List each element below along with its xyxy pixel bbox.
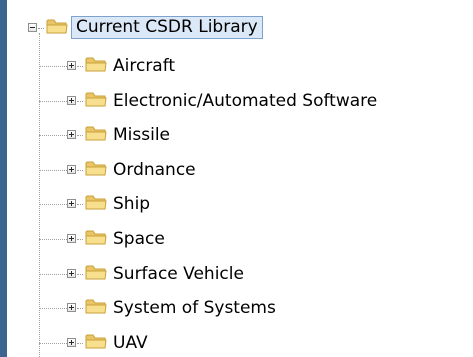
tree-view[interactable]: Current CSDR Library Aircraft Electronic/… <box>7 0 473 357</box>
tree-node-child[interactable]: Ship <box>7 188 473 220</box>
tree-branch-line <box>38 28 44 29</box>
tree-branch-line <box>39 204 67 205</box>
expand-plus-icon[interactable] <box>67 269 76 278</box>
folder-icon <box>85 91 107 107</box>
tree-node-child[interactable]: Aircraft <box>7 50 473 82</box>
tree-node-child[interactable]: Ordnance <box>7 154 473 186</box>
tree-branch-line <box>39 101 67 102</box>
expand-plus-icon[interactable] <box>67 303 76 312</box>
tree-node-label[interactable]: Ship <box>110 193 153 215</box>
expand-plus-icon[interactable] <box>67 199 76 208</box>
expand-plus-icon[interactable] <box>67 165 76 174</box>
tree-branch-line <box>77 204 83 205</box>
tree-node-label[interactable]: UAV <box>110 332 151 354</box>
tree-branch-line <box>77 101 83 102</box>
tree-branch-line <box>77 239 83 240</box>
expand-plus-icon[interactable] <box>67 96 76 105</box>
tree-branch-line <box>77 308 83 309</box>
tree-branch-line <box>39 343 67 344</box>
tree-node-root[interactable]: Current CSDR Library <box>7 12 473 44</box>
tree-branch-line <box>77 343 83 344</box>
tree-branch-line <box>77 66 83 67</box>
tree-node-child[interactable]: System of Systems <box>7 292 473 324</box>
collapse-minus-icon[interactable] <box>28 23 37 32</box>
tree-branch-line <box>39 66 67 67</box>
tree-branch-line <box>39 274 67 275</box>
tree-node-child[interactable]: Missile <box>7 119 473 151</box>
folder-icon <box>85 333 107 349</box>
folder-icon <box>46 18 68 34</box>
tree-node-child[interactable]: Electronic/Automated Software <box>7 85 473 117</box>
folder-icon <box>85 264 107 280</box>
tree-node-child[interactable]: Space <box>7 223 473 255</box>
tree-node-child[interactable]: UAV <box>7 327 473 357</box>
expand-plus-icon[interactable] <box>67 61 76 70</box>
tree-node-label[interactable]: Missile <box>110 124 173 146</box>
tree-branch-line <box>39 308 67 309</box>
expand-plus-icon[interactable] <box>67 130 76 139</box>
tree-node-label[interactable]: Ordnance <box>110 159 199 181</box>
tree-node-label[interactable]: System of Systems <box>110 297 279 319</box>
folder-icon <box>85 298 107 314</box>
expand-plus-icon[interactable] <box>67 338 76 347</box>
tree-branch-line <box>39 170 67 171</box>
folder-icon <box>85 56 107 72</box>
tree-node-label[interactable]: Aircraft <box>110 55 178 77</box>
tree-branch-line <box>77 274 83 275</box>
tree-node-label[interactable]: Space <box>110 228 168 250</box>
tree-branch-line <box>39 239 67 240</box>
tree-branch-line <box>77 135 83 136</box>
tree-node-child[interactable]: Surface Vehicle <box>7 258 473 290</box>
folder-icon <box>85 125 107 141</box>
tree-node-label[interactable]: Current CSDR Library <box>71 16 263 39</box>
expand-plus-icon[interactable] <box>67 234 76 243</box>
tree-node-label[interactable]: Surface Vehicle <box>110 263 247 285</box>
tree-branch-line <box>39 135 67 136</box>
tree-branch-line <box>77 170 83 171</box>
folder-icon <box>85 229 107 245</box>
folder-icon <box>85 194 107 210</box>
tree-node-label[interactable]: Electronic/Automated Software <box>110 90 380 112</box>
folder-icon <box>85 160 107 176</box>
